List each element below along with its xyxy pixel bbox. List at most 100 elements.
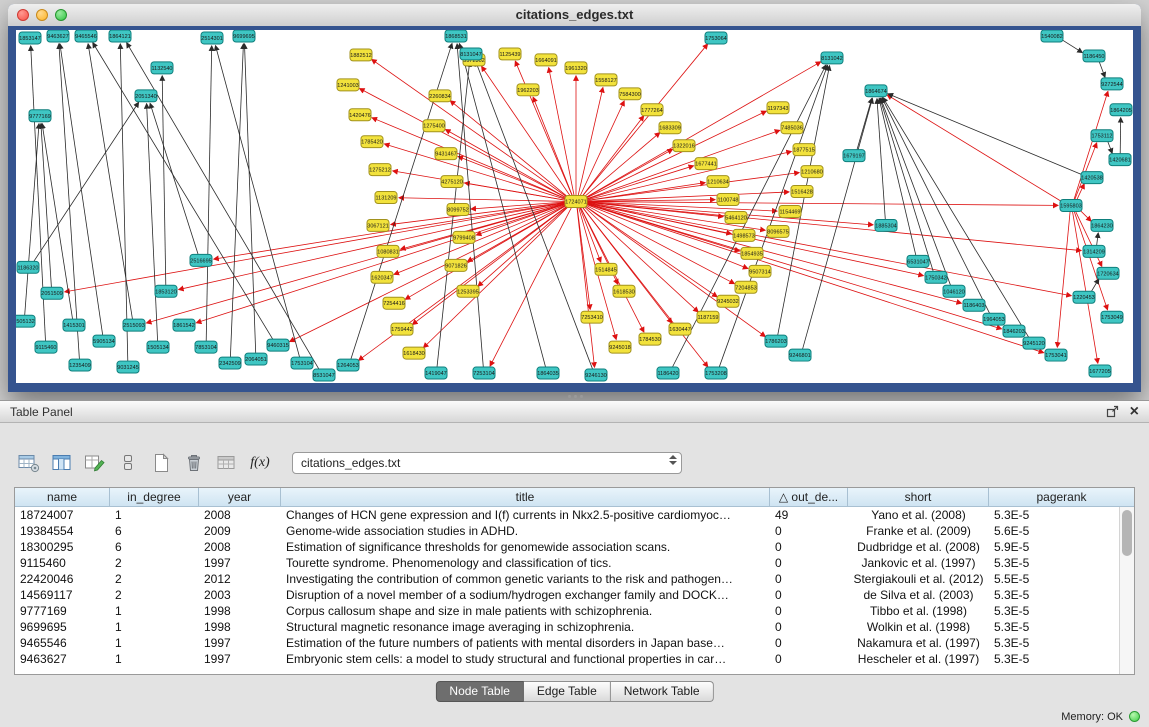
network-node[interactable]: 1753112 <box>1091 130 1113 142</box>
show-columns-button[interactable] <box>49 450 75 476</box>
network-node[interactable]: 1186403 <box>963 299 985 311</box>
tab-node-table[interactable]: Node Table <box>435 681 524 702</box>
network-node[interactable]: 1864674 <box>865 85 887 97</box>
table-row[interactable]: 1938455462009Genome-wide association stu… <box>15 523 1119 539</box>
network-node[interactable]: 1853147 <box>19 32 41 44</box>
network-node[interactable]: 1540082 <box>1041 30 1063 42</box>
network-node[interactable]: 1854935 <box>741 247 763 259</box>
edit-column-button[interactable] <box>82 450 108 476</box>
network-node[interactable]: 6531047 <box>907 255 929 267</box>
network-node[interactable]: 1864230 <box>1091 219 1113 231</box>
network-canvas[interactable]: 1724071188251212410031420476178542012752… <box>16 30 1133 383</box>
network-node[interactable]: 1962203 <box>517 84 539 96</box>
network-node[interactable]: 1558127 <box>595 74 617 86</box>
network-node[interactable]: 1514845 <box>595 263 617 275</box>
network-node[interactable]: 4275120 <box>441 176 463 188</box>
network-node[interactable]: 7253410 <box>581 311 603 323</box>
network-node[interactable]: 9115460 <box>35 341 57 353</box>
column-header-pagerank[interactable]: pagerank <box>989 488 1134 507</box>
column-header-short[interactable]: short <box>848 488 989 507</box>
network-node[interactable]: 2051509 <box>41 287 63 299</box>
network-node[interactable]: 1882512 <box>350 49 372 61</box>
network-node[interactable]: 1275212 <box>369 164 391 176</box>
network-node[interactable]: 8099752 <box>447 204 469 216</box>
network-node[interactable]: 1679197 <box>843 150 865 162</box>
network-node[interactable]: 1264053 <box>337 359 359 371</box>
function-builder-button[interactable]: f(x) <box>247 450 273 476</box>
network-node[interactable]: 1420476 <box>349 109 371 121</box>
column-header-out_de[interactable]: △ out_de... <box>770 488 848 507</box>
network-node[interactable]: 9777169 <box>29 110 51 122</box>
network-node[interactable]: 1750342 <box>925 271 947 283</box>
network-node[interactable]: 1683309 <box>659 122 681 134</box>
network-node[interactable]: 1753104 <box>291 357 313 369</box>
network-node[interactable]: 1220453 <box>1073 291 1095 303</box>
network-node[interactable]: 1786203 <box>765 335 787 347</box>
network-node[interactable]: 1420681 <box>1109 154 1131 166</box>
network-node[interactable]: 2514301 <box>201 32 223 44</box>
network-node[interactable]: 1420538 <box>1081 172 1103 184</box>
window-titlebar[interactable]: citations_edges.txt <box>8 4 1141 27</box>
table-row[interactable]: 1872400712008Changes of HCN gene express… <box>15 507 1119 523</box>
splitter-handle[interactable] <box>558 394 592 399</box>
network-node[interactable]: 2260834 <box>429 90 451 102</box>
network-node[interactable]: 1753064 <box>705 32 727 44</box>
row-header-button[interactable] <box>115 450 141 476</box>
table-scrollbar[interactable] <box>1119 507 1134 674</box>
network-node[interactable]: 1753049 <box>1101 311 1123 323</box>
network-node[interactable]: 1186420 <box>657 367 679 379</box>
network-node[interactable]: 1131209 <box>375 192 397 204</box>
network-node[interactable]: 1759442 <box>391 323 413 335</box>
network-node[interactable]: 1753208 <box>705 367 727 379</box>
network-node[interactable]: 1154469 <box>779 206 801 218</box>
table-mode-button[interactable] <box>16 450 42 476</box>
network-node[interactable]: 3067121 <box>367 219 389 231</box>
network-node[interactable]: 7204853 <box>735 281 757 293</box>
network-node[interactable]: 1864205 <box>1110 104 1132 116</box>
network-node[interactable]: 1868531 <box>445 30 467 42</box>
minimize-window-button[interactable] <box>36 9 48 21</box>
network-node[interactable]: 8131042 <box>821 52 843 64</box>
network-node[interactable]: 1630447 <box>669 323 691 335</box>
network-node[interactable]: 1322016 <box>673 140 695 152</box>
network-node[interactable]: 1784530 <box>639 333 661 345</box>
network-node[interactable]: 1046120 <box>943 285 965 297</box>
column-header-in_degree[interactable]: in_degree <box>110 488 199 507</box>
network-node[interactable]: 1777264 <box>641 104 663 116</box>
network-node[interactable]: 9699695 <box>233 30 255 42</box>
network-node[interactable]: 2516695 <box>190 254 212 266</box>
close-window-button[interactable] <box>17 9 29 21</box>
network-node[interactable]: 1197343 <box>767 102 789 114</box>
network-node[interactable]: 1132540 <box>151 62 173 74</box>
table-row[interactable]: 969969511998Structural magnetic resonanc… <box>15 619 1119 635</box>
network-node[interactable]: 2342509 <box>219 357 241 369</box>
network-node[interactable]: 1125439 <box>499 48 521 60</box>
network-node[interactable]: 1864035 <box>537 367 559 379</box>
network-node[interactable]: 1861542 <box>173 319 195 331</box>
network-node[interactable]: 1964053 <box>983 313 1005 325</box>
network-node[interactable]: 1516428 <box>791 186 813 198</box>
network-node[interactable]: 7584300 <box>619 88 641 100</box>
network-node[interactable]: 1677205 <box>1089 365 1111 377</box>
network-node[interactable]: 1415301 <box>63 319 85 331</box>
network-node[interactable]: 1419047 <box>425 367 447 379</box>
table-row[interactable]: 946554611997Estimation of the future num… <box>15 635 1119 651</box>
delete-column-button[interactable] <box>181 450 207 476</box>
network-node[interactable]: 9272544 <box>1101 78 1123 90</box>
table-row[interactable]: 911546021997Tourette syndrome. Phenomeno… <box>15 555 1119 571</box>
network-node[interactable]: 8531047 <box>313 369 335 381</box>
network-node[interactable]: 1853120 <box>155 285 177 297</box>
network-node[interactable]: 9431467 <box>435 148 457 160</box>
network-node[interactable]: 5464120 <box>725 211 747 223</box>
float-panel-button[interactable] <box>1106 405 1120 419</box>
zoom-window-button[interactable] <box>55 9 67 21</box>
network-node[interactable]: 1100748 <box>717 194 739 206</box>
network-node[interactable]: 1620347 <box>371 271 393 283</box>
import-table-button[interactable] <box>214 450 240 476</box>
network-node[interactable]: 9463627 <box>47 30 69 42</box>
network-node[interactable]: 9465546 <box>75 30 97 42</box>
network-node[interactable]: 9246130 <box>585 369 607 381</box>
network-node[interactable]: 2064051 <box>245 353 267 365</box>
network-node[interactable]: 1235409 <box>69 359 91 371</box>
network-node[interactable]: 1186450 <box>1083 50 1105 62</box>
